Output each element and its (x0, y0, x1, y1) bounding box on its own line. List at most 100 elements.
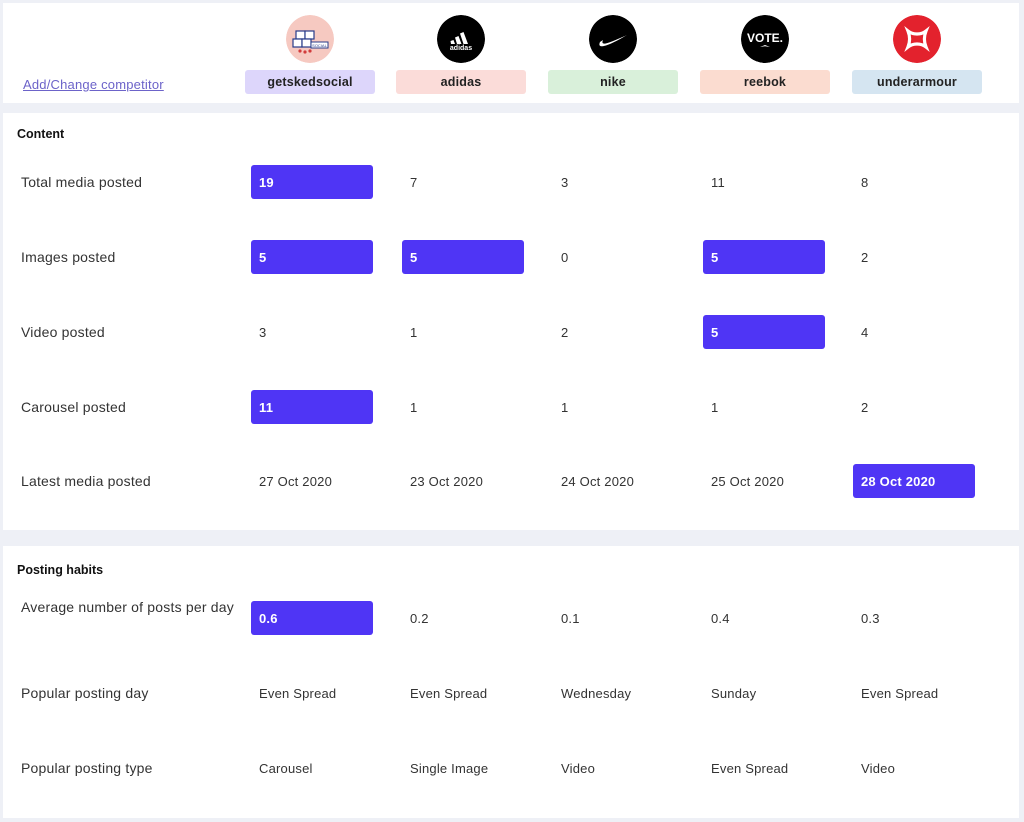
metric-cell-adidas: 1 (402, 390, 524, 424)
metric-cell-reebok: 25 Oct 2020 (703, 464, 825, 498)
competitor-column-adidas: adidas adidas (396, 15, 526, 95)
metric-cell-getskedsocial: 5 (251, 240, 373, 274)
metric-value: 28 Oct 2020 (861, 473, 936, 489)
svg-text:adidas: adidas (450, 45, 472, 52)
competitor-chip-reebok[interactable]: reebok (700, 70, 830, 94)
metric-cell-nike: 1 (553, 390, 675, 424)
metric-value: 3 (259, 324, 267, 340)
section-title: Posting habits (17, 563, 104, 577)
metric-cell-adidas: 7 (402, 165, 524, 199)
metric-cell-underarmour: 8 (853, 165, 975, 199)
metric-cell-reebok: 5 (703, 240, 825, 274)
metric-cell-getskedsocial: 11 (251, 390, 373, 424)
metric-cell-nike: 2 (553, 315, 675, 349)
reebok-logo[interactable]: VOTE. (741, 15, 789, 63)
svg-text:VOTE.: VOTE. (747, 31, 783, 45)
metric-cell-nike: 3 (553, 165, 675, 199)
nike-logo[interactable] (589, 15, 637, 63)
metric-cell-reebok: 5 (703, 315, 825, 349)
row-label: Average number of posts per day (21, 599, 234, 615)
competitor-header: Add/Change competitor SOCIAL getskedsoci… (3, 3, 1019, 103)
metric-cell-underarmour: 0.3 (853, 601, 975, 635)
metric-value: 25 Oct 2020 (711, 473, 785, 489)
metric-value: 5 (259, 249, 267, 265)
metric-value: Even Spread (861, 685, 939, 701)
metric-value: 19 (259, 174, 274, 190)
metric-cell-underarmour: 4 (853, 315, 975, 349)
metric-value: Video (561, 760, 596, 776)
metric-value: 1 (561, 399, 569, 415)
metric-value: 24 Oct 2020 (561, 473, 635, 489)
metric-cell-underarmour: Video (853, 751, 975, 785)
metric-cell-reebok: 0.4 (703, 601, 825, 635)
adidas-logo[interactable]: adidas (437, 15, 485, 63)
row-label: Popular posting type (21, 760, 153, 776)
metric-value: 11 (711, 174, 725, 190)
metric-value: 3 (561, 174, 569, 190)
metric-value: 0.1 (561, 610, 580, 626)
metric-cell-getskedsocial: 0.6 (251, 601, 373, 635)
metric-value: Carousel (259, 760, 313, 776)
metric-value: 5 (410, 249, 418, 265)
metric-value: 0.6 (259, 610, 278, 626)
metric-value: 8 (861, 174, 869, 190)
row-label: Popular posting day (21, 685, 149, 701)
competitor-chip-underarmour[interactable]: underarmour (852, 70, 982, 94)
content-section: Content Total media posted 19 7 3 11 8 Images … (3, 113, 1019, 530)
underarmour-logo[interactable] (893, 15, 941, 63)
metric-value: 5 (711, 249, 719, 265)
metric-cell-underarmour: Even Spread (853, 676, 975, 710)
metric-cell-getskedsocial: 27 Oct 2020 (251, 464, 373, 498)
metric-cell-underarmour: 2 (853, 240, 975, 274)
metric-cell-underarmour: 28 Oct 2020 (853, 464, 975, 498)
metric-value: 0.4 (711, 610, 730, 626)
row-label: Video posted (21, 324, 105, 340)
row-label: Carousel posted (21, 399, 126, 415)
metric-value: 1 (711, 399, 719, 415)
row-label: Latest media posted (21, 473, 151, 489)
metric-cell-adidas: Even Spread (402, 676, 524, 710)
metric-value: 0.3 (861, 610, 880, 626)
metric-cell-adidas: Single Image (402, 751, 524, 785)
row-label: Total media posted (21, 174, 143, 190)
competitor-column-nike: nike (548, 15, 678, 95)
metric-cell-nike: Video (553, 751, 675, 785)
metric-cell-adidas: 5 (402, 240, 524, 274)
metric-cell-nike: 0.1 (553, 601, 675, 635)
metric-value: 2 (861, 399, 869, 415)
metric-value: 23 Oct 2020 (410, 473, 484, 489)
metric-cell-getskedsocial: 19 (251, 165, 373, 199)
competitor-chip-getskedsocial[interactable]: getskedsocial (245, 70, 375, 94)
metric-cell-getskedsocial: 3 (251, 315, 373, 349)
metric-value: 2 (861, 249, 869, 265)
metric-cell-nike: Wednesday (553, 676, 675, 710)
metric-value: 2 (561, 324, 569, 340)
competitor-column-reebok: VOTE. reebok (700, 15, 830, 95)
metric-value: Video (861, 760, 896, 776)
metric-value: Even Spread (259, 685, 337, 701)
metric-cell-getskedsocial: Carousel (251, 751, 373, 785)
competitor-chip-nike[interactable]: nike (548, 70, 678, 94)
metric-value: Even Spread (410, 685, 488, 701)
add-change-competitor-link[interactable]: Add/Change competitor (23, 77, 164, 92)
metric-value: 5 (711, 324, 719, 340)
competitor-chip-adidas[interactable]: adidas (396, 70, 526, 94)
metric-value: 11 (259, 399, 274, 415)
metric-value: 0 (561, 249, 569, 265)
getskedsocial-logo[interactable]: SOCIAL (286, 15, 334, 63)
svg-text:SOCIAL: SOCIAL (312, 43, 327, 48)
metric-cell-reebok: Sunday (703, 676, 825, 710)
metric-cell-nike: 24 Oct 2020 (553, 464, 675, 498)
section-title: Content (17, 127, 65, 141)
metric-value: Sunday (711, 685, 757, 701)
metric-value: 1 (410, 399, 418, 415)
competitor-column-getskedsocial: SOCIAL getskedsocial (245, 15, 375, 95)
metric-value: 7 (410, 174, 418, 190)
metric-cell-adidas: 1 (402, 315, 524, 349)
metric-cell-adidas: 23 Oct 2020 (402, 464, 524, 498)
metric-cell-nike: 0 (553, 240, 675, 274)
metric-cell-adidas: 0.2 (402, 601, 524, 635)
metric-value: Even Spread (711, 760, 789, 776)
metric-value: Wednesday (561, 685, 632, 701)
metric-value: 27 Oct 2020 (259, 473, 333, 489)
